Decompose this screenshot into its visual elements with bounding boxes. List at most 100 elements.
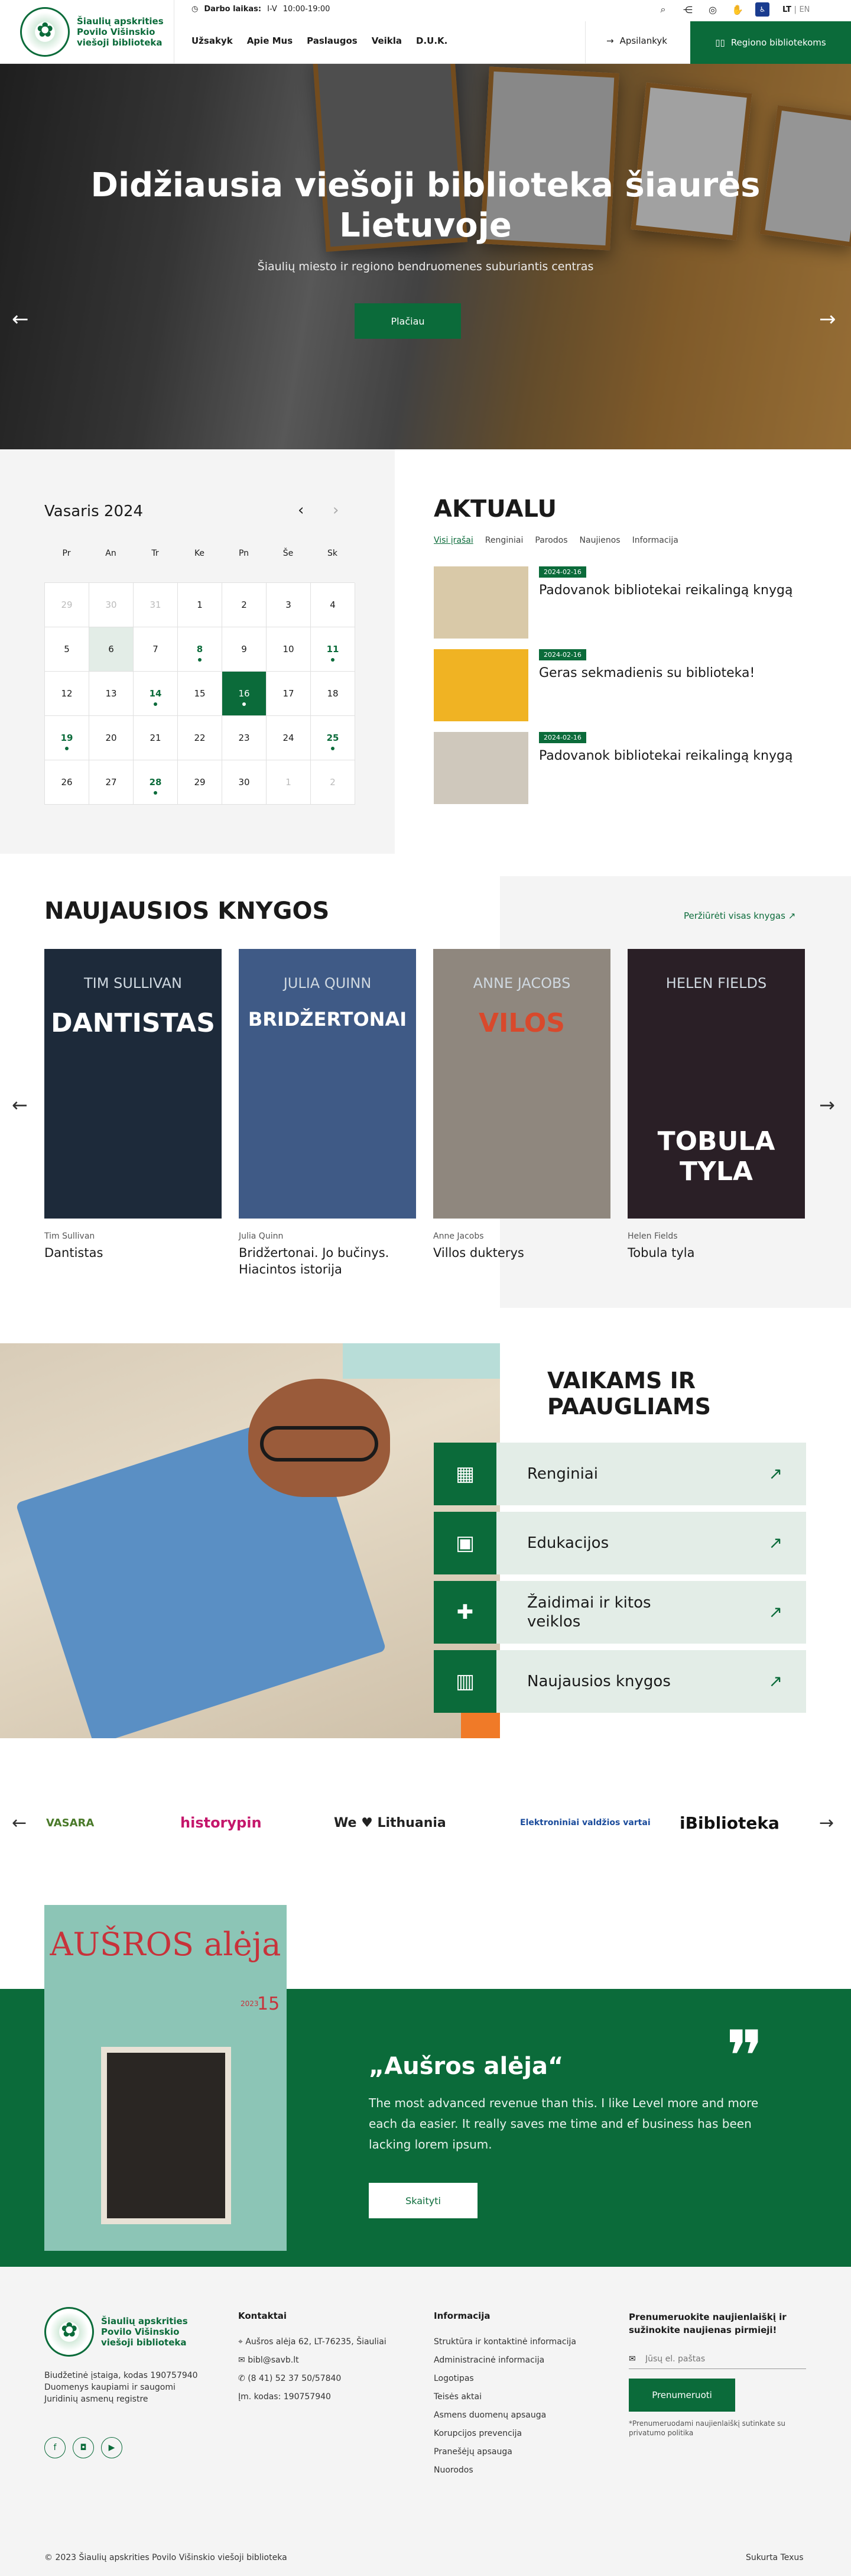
footer-link[interactable]: Korupcijos prevencija (434, 2425, 611, 2443)
view-all-books-link[interactable]: Peržiūrėti visas knygas ↗ (684, 910, 795, 921)
book-cover[interactable]: JULIA QUINN BRIDŽERTONAI (239, 949, 416, 1219)
book-cover[interactable]: TIM SULLIVAN DANTISTAS (44, 949, 222, 1219)
calendar-day[interactable]: 2 (222, 583, 267, 627)
calendar-day[interactable]: 10 (267, 627, 311, 672)
globe-icon[interactable]: ◎ (706, 2, 720, 17)
footer-link[interactable]: Nuorodos (434, 2461, 611, 2480)
calendar-day[interactable]: 6 (89, 627, 134, 672)
calendar-day[interactable]: 17 (267, 672, 311, 716)
calendar-day[interactable]: 14 (134, 672, 178, 716)
footer-logo[interactable]: Šiaulių apskrities Povilo Višinskio vieš… (44, 2307, 190, 2357)
footer-link[interactable]: Teisės aktai (434, 2388, 611, 2406)
tab-informacija[interactable]: Informacija (632, 536, 678, 545)
calendar-next-icon[interactable]: › (333, 501, 339, 519)
book-card[interactable]: ANNE JACOBS VILOS Anne Jacobs Villos dukter… (433, 949, 610, 1261)
calendar-day[interactable]: 25 (311, 716, 355, 760)
calendar-day[interactable]: 20 (89, 716, 134, 760)
news-item[interactable]: 2024-02-16 Padovanok bibliotekai reikalin… (434, 732, 800, 804)
book-title[interactable]: Tobula tyla (628, 1245, 805, 1261)
news-thumbnail[interactable] (434, 566, 528, 639)
book-cover[interactable]: HELEN FIELDS TOBULA TYLA (628, 949, 805, 1219)
calendar-day[interactable]: 4 (311, 583, 355, 627)
footer-link[interactable]: Administracinė informacija (434, 2351, 611, 2370)
book-title[interactable]: Bridžertonai. Jo bučinys. Hiacintos isto… (239, 1245, 416, 1278)
partner-logo[interactable]: We ♥ Lithuania (334, 1808, 446, 1838)
partner-logo[interactable]: Elektroniniai valdžios vartai (520, 1808, 651, 1838)
calendar-day[interactable]: 27 (89, 760, 134, 805)
book-cover[interactable]: ANNE JACOBS VILOS (433, 949, 610, 1219)
tab-parodos[interactable]: Parodos (535, 536, 567, 545)
sign-language-icon[interactable]: ✋ (730, 2, 745, 17)
calendar-day[interactable]: 11 (311, 627, 355, 672)
news-item[interactable]: 2024-02-16 Geras sekmadienis su bibliotek… (434, 649, 800, 721)
calendar-day[interactable]: 28 (134, 760, 178, 805)
books-prev-arrow-icon[interactable]: ← (12, 1094, 28, 1116)
search-icon[interactable]: ⌕ (656, 2, 670, 17)
book-title[interactable]: Dantistas (44, 1245, 222, 1261)
magazine-cover[interactable]: AUŠROS alėja 2023 15 (44, 1905, 287, 2251)
news-item[interactable]: 2024-02-16 Padovanok bibliotekai reikalin… (434, 566, 800, 639)
calendar-day[interactable]: 5 (45, 627, 89, 672)
partner-logo[interactable]: historypin (180, 1808, 262, 1838)
footer-link[interactable]: Asmens duomenų apsauga (434, 2406, 611, 2425)
nav-item-apie-mus[interactable]: Apie Mus (247, 35, 293, 46)
hero-next-arrow-icon[interactable]: → (819, 307, 836, 331)
tab-renginiai[interactable]: Renginiai (485, 536, 524, 545)
site-logo[interactable]: Šiaulių apskrities Povilo Višinskio vieš… (20, 7, 165, 57)
calendar-day[interactable]: 7 (134, 627, 178, 672)
kids-menu-item[interactable]: ▦ Renginiai ↗ (434, 1443, 806, 1505)
nav-item-duk[interactable]: D.U.K. (416, 35, 447, 46)
news-thumbnail[interactable] (434, 649, 528, 721)
calendar-day[interactable]: 12 (45, 672, 89, 716)
news-headline[interactable]: Padovanok bibliotekai reikalingą knygą (539, 749, 792, 763)
nav-item-uzsakyk[interactable]: Užsakyk (191, 35, 233, 46)
news-thumbnail[interactable] (434, 732, 528, 804)
calendar-day[interactable]: 26 (45, 760, 89, 805)
calendar-day[interactable]: 22 (178, 716, 222, 760)
youtube-icon[interactable]: ▶ (101, 2437, 122, 2458)
book-title[interactable]: Villos dukterys (433, 1245, 610, 1261)
calendar-day[interactable]: 18 (311, 672, 355, 716)
calendar-day[interactable]: 24 (267, 716, 311, 760)
hero-more-button[interactable]: Plačiau (355, 303, 461, 339)
news-headline[interactable]: Geras sekmadienis su biblioteka! (539, 666, 755, 681)
instagram-icon[interactable]: ◘ (73, 2437, 94, 2458)
calendar-day[interactable]: 8 (178, 627, 222, 672)
calendar-day[interactable]: 16 (222, 672, 267, 716)
calendar-day[interactable]: 3 (267, 583, 311, 627)
calendar-day[interactable]: 29 (178, 760, 222, 805)
news-headline[interactable]: Padovanok bibliotekai reikalingą knygą (539, 583, 792, 598)
regional-libraries-button[interactable]: ▯▯ Regiono bibliotekoms (690, 21, 851, 64)
footer-link[interactable]: Struktūra ir kontaktinė informacija (434, 2333, 611, 2351)
nav-item-paslaugos[interactable]: Paslaugos (307, 35, 358, 46)
visit-link[interactable]: → Apsilankyk (606, 35, 667, 46)
calendar-day[interactable]: 30 (222, 760, 267, 805)
footer-link[interactable]: Logotipas (434, 2370, 611, 2388)
book-card[interactable]: HELEN FIELDS TOBULA TYLA Helen Fields Tobul… (628, 949, 805, 1261)
books-next-arrow-icon[interactable]: → (819, 1094, 835, 1116)
calendar-day[interactable]: 1 (178, 583, 222, 627)
facebook-icon[interactable]: f (44, 2437, 66, 2458)
accessibility-icon[interactable]: ♿ (755, 2, 769, 17)
read-button[interactable]: Skaityti (369, 2183, 478, 2218)
calendar-day[interactable]: 15 (178, 672, 222, 716)
calendar-day[interactable]: 19 (45, 716, 89, 760)
sitemap-icon[interactable]: ⋲ (681, 2, 695, 17)
kids-menu-item[interactable]: ▣ Edukacijos ↗ (434, 1512, 806, 1574)
partners-next-arrow-icon[interactable]: → (819, 1813, 834, 1833)
partners-prev-arrow-icon[interactable]: ← (12, 1813, 27, 1833)
calendar-day[interactable]: 13 (89, 672, 134, 716)
language-switch[interactable]: LT | EN (782, 5, 810, 14)
nav-item-veikla[interactable]: Veikla (372, 35, 402, 46)
email-field[interactable] (629, 2350, 806, 2369)
kids-menu-item[interactable]: ▥ Naujausios knygos ↗ (434, 1650, 806, 1713)
subscribe-button[interactable]: Prenumeruoti (629, 2379, 735, 2412)
partner-logo[interactable]: iBiblioteka (680, 1808, 779, 1838)
tab-visi-irasai[interactable]: Visi įrašai (434, 536, 473, 545)
contact-phone[interactable]: ✆ (8 41) 52 37 50/57840 (238, 2370, 415, 2388)
calendar-day[interactable]: 23 (222, 716, 267, 760)
lang-en[interactable]: EN (799, 5, 810, 14)
calendar-day[interactable]: 21 (134, 716, 178, 760)
site-credit[interactable]: Sukurta Texus (746, 2553, 804, 2562)
book-card[interactable]: TIM SULLIVAN DANTISTAS Tim Sullivan Dantist… (44, 949, 222, 1261)
